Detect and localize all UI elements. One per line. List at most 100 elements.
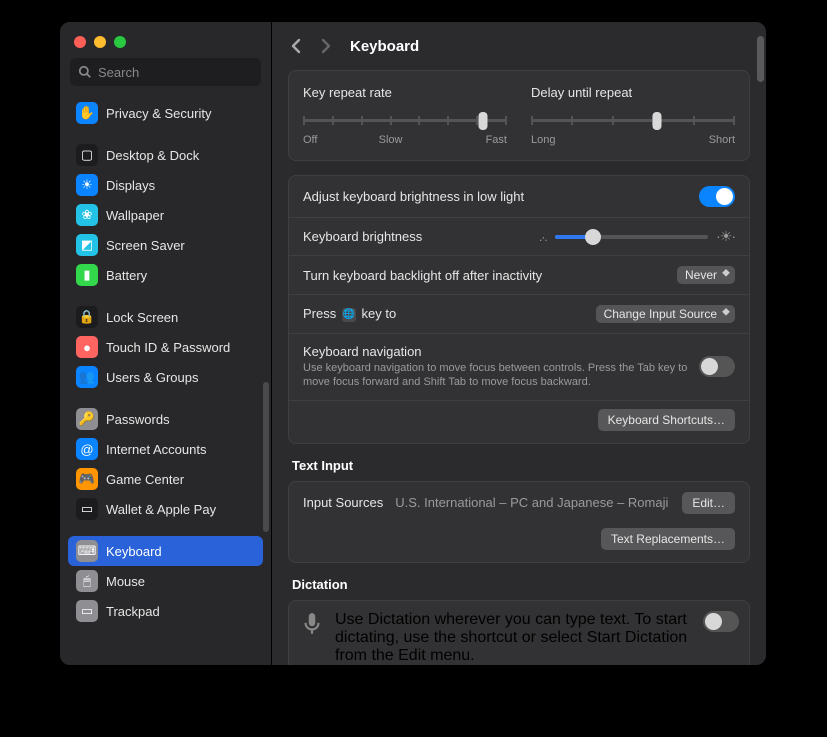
main-pane: Keyboard Key repeat rate Off Slow Fast [272, 22, 766, 665]
keyboard-nav-desc: Use keyboard navigation to move focus be… [303, 361, 699, 390]
dictation-heading: Dictation [292, 577, 746, 592]
keyboard-nav-toggle[interactable] [699, 356, 735, 377]
sidebar-item-label: Screen Saver [106, 238, 185, 253]
sidebar-item-label: Displays [106, 178, 155, 193]
game-center-icon: 🎮 [76, 468, 98, 490]
privacy-security-icon: ✋ [76, 102, 98, 124]
mark-fast: Fast [486, 134, 507, 146]
sidebar-item-label: Lock Screen [106, 310, 178, 325]
auto-brightness-label: Adjust keyboard brightness in low light [303, 189, 699, 204]
sidebar-item-users-groups[interactable]: 👥 Users & Groups [68, 362, 263, 392]
brightness-low-icon: .·. [539, 230, 547, 244]
dictation-desc: Use Dictation wherever you can type text… [335, 611, 693, 665]
sidebar-item-label: Passwords [106, 412, 170, 427]
users-groups-icon: 👥 [76, 366, 98, 388]
keyboard-nav-label: Keyboard navigation [303, 344, 699, 359]
backlight-off-label: Turn keyboard backlight off after inacti… [303, 268, 677, 283]
sidebar-item-label: Battery [106, 268, 147, 283]
key-repeat-rate-slider[interactable] [303, 110, 507, 130]
text-input-heading: Text Input [292, 458, 746, 473]
battery-icon: ▮ [76, 264, 98, 286]
sidebar-nav[interactable]: ✋ Privacy & Security ▢ Desktop & Dock ☀ Displ… [60, 98, 271, 646]
sidebar-item-wallet-apple-pay[interactable]: ▭ Wallet & Apple Pay [68, 494, 263, 524]
search-input[interactable] [70, 58, 261, 86]
globe-key-select[interactable]: Change Input Source [596, 305, 735, 323]
globe-icon: 🌐 [342, 308, 356, 322]
key-repeat-rate-label: Key repeat rate [303, 85, 507, 100]
content: Key repeat rate Off Slow Fast Delay unti… [272, 70, 766, 665]
keyboard-brightness-slider[interactable]: .·. ·☀· [539, 228, 735, 245]
sidebar-item-privacy-security[interactable]: ✋ Privacy & Security [68, 98, 263, 128]
back-button[interactable] [284, 34, 308, 58]
auto-brightness-toggle[interactable] [699, 186, 735, 207]
sidebar-item-battery[interactable]: ▮ Battery [68, 260, 263, 290]
window-controls [60, 22, 271, 58]
text-replacements-button[interactable]: Text Replacements… [601, 528, 735, 550]
passwords-icon: 🔑 [76, 408, 98, 430]
screen-saver-icon: ◩ [76, 234, 98, 256]
sidebar-item-label: Game Center [106, 472, 184, 487]
internet-accounts-icon: @ [76, 438, 98, 460]
sidebar-item-label: Trackpad [106, 604, 160, 619]
globe-key-label: Press 🌐 key to [303, 306, 596, 322]
input-sources-value: U.S. International – PC and Japanese – R… [395, 495, 682, 510]
sidebar-item-label: Wallet & Apple Pay [106, 502, 216, 517]
sidebar-item-label: Mouse [106, 574, 145, 589]
text-input-panel: Input Sources U.S. International – PC an… [288, 481, 750, 563]
sidebar-item-screen-saver[interactable]: ◩ Screen Saver [68, 230, 263, 260]
sidebar-item-passwords[interactable]: 🔑 Passwords [68, 404, 263, 434]
mark-off: Off [303, 134, 317, 146]
wallet-apple-pay-icon: ▭ [76, 498, 98, 520]
displays-icon: ☀ [76, 174, 98, 196]
sidebar-item-touch-id-password[interactable]: ● Touch ID & Password [68, 332, 263, 362]
scrollbar[interactable] [757, 36, 764, 82]
wallpaper-icon: ❀ [76, 204, 98, 226]
backlight-off-select[interactable]: Never [677, 266, 735, 284]
input-sources-label: Input Sources [303, 495, 383, 510]
sidebar-item-label: Users & Groups [106, 370, 198, 385]
dictation-panel: Use Dictation wherever you can type text… [288, 600, 750, 665]
minimize-icon[interactable] [94, 36, 106, 48]
header: Keyboard [272, 22, 766, 70]
sidebar-scrollbar[interactable] [263, 382, 269, 532]
keyboard-shortcuts-button[interactable]: Keyboard Shortcuts… [598, 409, 735, 431]
microphone-icon [299, 611, 325, 637]
trackpad-icon: ▭ [76, 600, 98, 622]
sidebar-item-label: Wallpaper [106, 208, 164, 223]
keyboard-brightness-label: Keyboard brightness [303, 229, 499, 244]
input-sources-edit-button[interactable]: Edit… [682, 492, 735, 514]
sidebar-item-internet-accounts[interactable]: @ Internet Accounts [68, 434, 263, 464]
sidebar-item-label: Internet Accounts [106, 442, 206, 457]
sidebar-item-label: Keyboard [106, 544, 162, 559]
delay-until-repeat-label: Delay until repeat [531, 85, 735, 100]
brightness-panel: Adjust keyboard brightness in low light … [288, 175, 750, 444]
mouse-icon: 🖱 [76, 570, 98, 592]
sidebar-item-trackpad[interactable]: ▭ Trackpad [68, 596, 263, 626]
sidebar-item-label: Privacy & Security [106, 106, 211, 121]
keyboard-icon: ⌨ [76, 540, 98, 562]
mark-long: Long [531, 134, 555, 146]
sidebar-item-desktop-dock[interactable]: ▢ Desktop & Dock [68, 140, 263, 170]
sidebar-item-lock-screen[interactable]: 🔒 Lock Screen [68, 302, 263, 332]
close-icon[interactable] [74, 36, 86, 48]
sidebar-item-label: Desktop & Dock [106, 148, 199, 163]
sidebar-item-keyboard[interactable]: ⌨ Keyboard [68, 536, 263, 566]
repeat-panel: Key repeat rate Off Slow Fast Delay unti… [288, 70, 750, 161]
delay-until-repeat-slider[interactable] [531, 110, 735, 130]
touch-id-password-icon: ● [76, 336, 98, 358]
brightness-high-icon: ·☀· [716, 228, 735, 245]
forward-button[interactable] [314, 34, 338, 58]
sidebar: ✋ Privacy & Security ▢ Desktop & Dock ☀ Displ… [60, 22, 272, 665]
sidebar-item-label: Touch ID & Password [106, 340, 230, 355]
lock-screen-icon: 🔒 [76, 306, 98, 328]
dictation-toggle[interactable] [703, 611, 739, 632]
fullscreen-icon[interactable] [114, 36, 126, 48]
mark-short: Short [709, 134, 735, 146]
mark-slow: Slow [379, 134, 403, 146]
sidebar-item-mouse[interactable]: 🖱 Mouse [68, 566, 263, 596]
sidebar-item-displays[interactable]: ☀ Displays [68, 170, 263, 200]
sidebar-item-wallpaper[interactable]: ❀ Wallpaper [68, 200, 263, 230]
sidebar-item-game-center[interactable]: 🎮 Game Center [68, 464, 263, 494]
page-title: Keyboard [350, 38, 419, 55]
desktop-dock-icon: ▢ [76, 144, 98, 166]
